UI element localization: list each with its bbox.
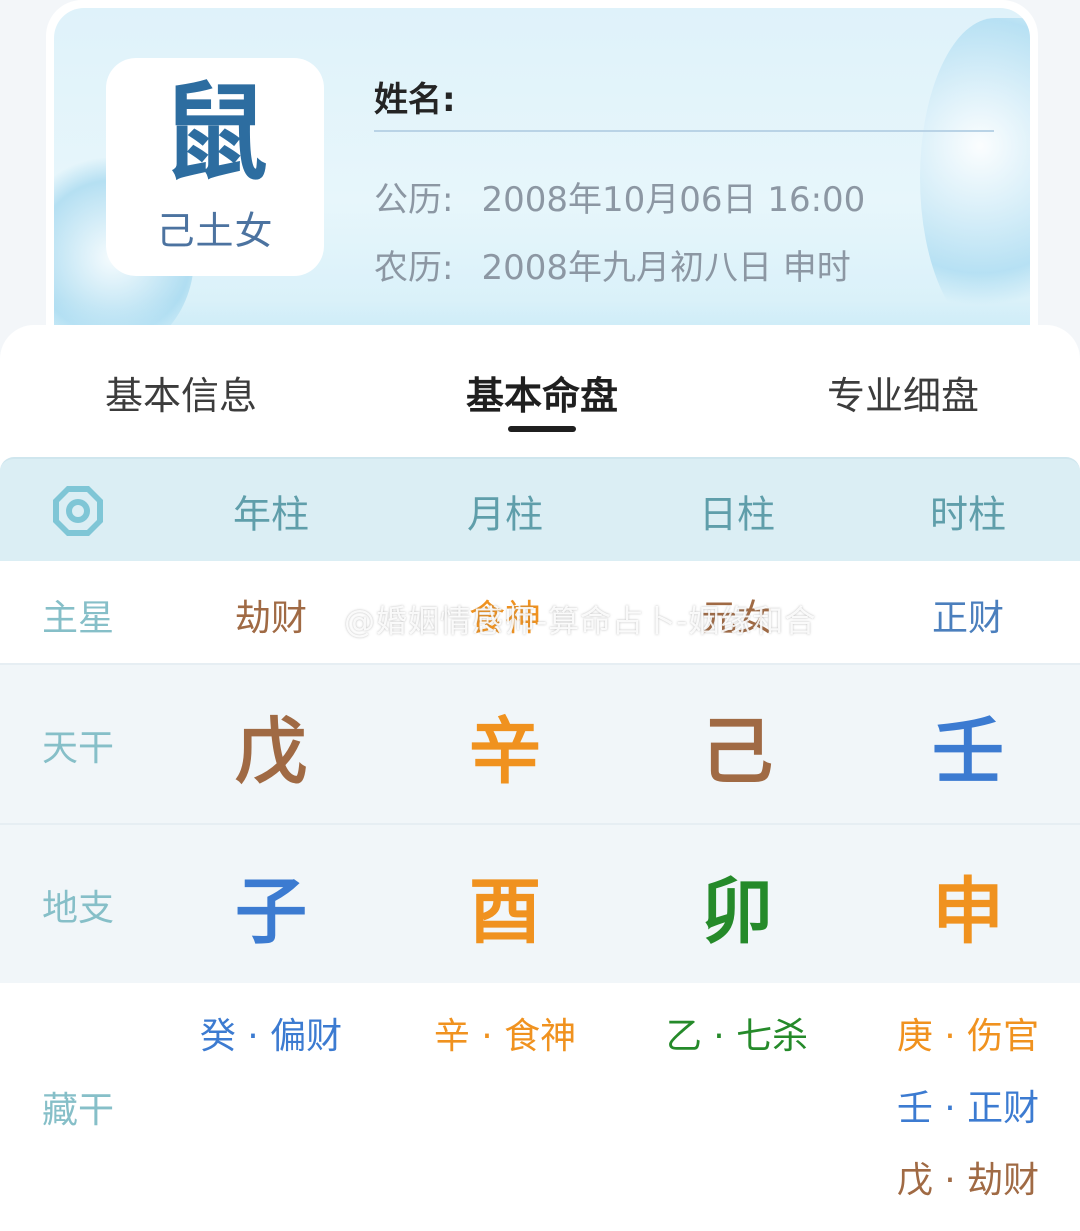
table-row-earthly-branch: 地支 子 酉 卯 申 [0, 823, 1080, 983]
earthly-branch-hour: 申 [931, 869, 1005, 954]
solar-label: 公历: [374, 180, 454, 220]
header-day-pillar: 日柱 [698, 492, 776, 537]
hidden-stem-day: 乙 · 七杀 [665, 1016, 809, 1057]
name-label: 姓名: [374, 80, 456, 120]
active-tab-indicator [508, 426, 576, 432]
earthly-branch-day: 卯 [700, 869, 774, 954]
hidden-stem-hour-3: 戊 · 劫财 [896, 1160, 1040, 1201]
lunar-date-row: 农历: 2008年九月初八日 申时 [374, 240, 851, 289]
hidden-stem-year: 癸 · 偏财 [199, 1016, 343, 1057]
earthly-branch-year: 子 [234, 869, 308, 954]
tab-detailed-chart[interactable]: 专业细盘 [827, 365, 979, 420]
name-row: 姓名: [374, 72, 994, 132]
hidden-stem-hour-2: 壬 · 正财 [896, 1088, 1040, 1129]
heavenly-stem-year: 戊 [234, 709, 308, 794]
watermark: @婚姻情感师-算命占卜-姻缘和合 [304, 596, 816, 641]
zodiac-badge: 鼠 己土女 [106, 58, 324, 276]
watermark-text: @婚姻情感师-算命占卜-姻缘和合 [344, 604, 817, 640]
heavenly-stem-day: 己 [700, 709, 774, 794]
solar-date-row: 公历: 2008年10月06日 16:00 [374, 172, 865, 221]
solar-value: 2008年10月06日 16:00 [481, 180, 866, 220]
row-label-hidden-stem: 藏干 [41, 1090, 115, 1131]
earthly-branch-month: 酉 [468, 869, 542, 954]
main-star-hour: 正财 [931, 598, 1005, 639]
tab-basic-info[interactable]: 基本信息 [105, 365, 257, 420]
row-label-earthly-branch: 地支 [41, 888, 115, 929]
profile-card-background: 鼠 己土女 姓名: 公历: 2008年10月06日 16:00 农历: 2008年九… [54, 8, 1030, 360]
main-star-year: 劫财 [234, 598, 308, 639]
table-row-hidden-stem: 藏干 癸 · 偏财 辛 · 食神 乙 · 七杀 庚 · 伤官 壬 · 正财 戊 … [0, 983, 1080, 1231]
tab-bar: 基本信息 基本命盘 专业细盘 [0, 325, 1080, 455]
tab-basic-chart[interactable]: 基本命盘 [466, 365, 618, 420]
day-master-gender: 己土女 [156, 208, 274, 253]
lunar-value: 2008年九月初八日 申时 [481, 248, 851, 288]
table-header: 年柱 月柱 日柱 时柱 [0, 457, 1080, 561]
header-year-pillar: 年柱 [232, 492, 310, 537]
weibo-icon [304, 611, 337, 637]
heavenly-stem-hour: 壬 [931, 709, 1005, 794]
chart-panel: 基本信息 基本命盘 专业细盘 年柱 月柱 日柱 时柱 主星 劫财 食神 元女 正… [0, 325, 1080, 1231]
zodiac-character: 鼠 [162, 69, 268, 195]
lunar-label: 农历: [374, 248, 454, 288]
row-label-heavenly-stem: 天干 [41, 728, 115, 769]
row-label-main-star: 主星 [41, 598, 115, 639]
profile-card: 鼠 己土女 姓名: 公历: 2008年10月06日 16:00 农历: 2008年九… [46, 0, 1038, 360]
header-hour-pillar: 时柱 [929, 492, 1007, 537]
hidden-stem-month: 辛 · 食神 [433, 1016, 577, 1057]
header-month-pillar: 月柱 [466, 492, 544, 537]
heavenly-stem-month: 辛 [468, 709, 542, 794]
water-wave-decoration [920, 18, 1030, 338]
hidden-stem-hour-1: 庚 · 伤官 [896, 1016, 1040, 1057]
table-row-heavenly-stem: 天干 戊 辛 己 壬 [0, 663, 1080, 823]
bagua-icon [53, 486, 103, 536]
